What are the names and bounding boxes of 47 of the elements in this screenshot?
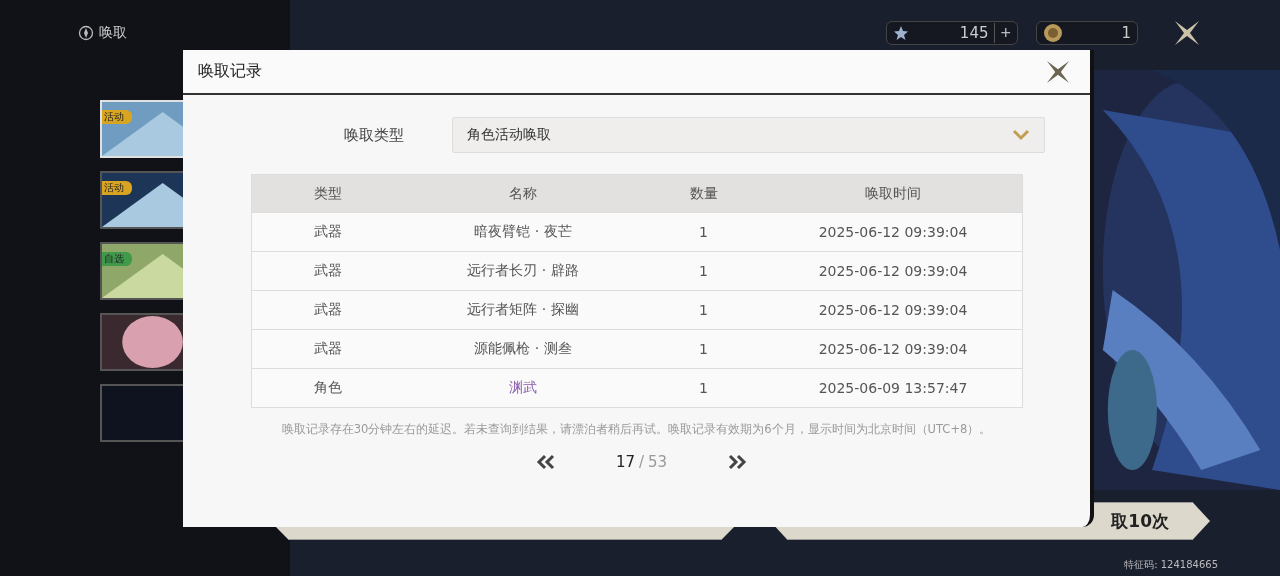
type-label: 唤取类型: [343, 125, 405, 145]
type-dropdown[interactable]: 角色活动唤取: [452, 117, 1045, 153]
close-icon[interactable]: [1174, 20, 1200, 46]
table-cell: 2025-06-12 09:39:04: [764, 251, 1022, 291]
currency-amount: 145: [958, 24, 989, 42]
last-page-icon[interactable]: [727, 454, 748, 470]
table-cell: 源能佩枪 · 测叁: [403, 329, 643, 369]
table-cell: 1: [642, 212, 765, 252]
table-cell: 暗夜臂铠 · 夜芒: [403, 212, 643, 252]
table-cell: 1: [642, 329, 765, 369]
dialog-title: 唤取记录: [198, 61, 262, 82]
total-pages: 53: [648, 453, 668, 471]
currency-amount: 1: [1120, 24, 1131, 42]
table-cell: 2025-06-12 09:39:04: [764, 329, 1022, 369]
chevron-down-icon: [1012, 129, 1030, 141]
star-icon: [893, 25, 909, 41]
table-cell: 远行者矩阵 · 探幽: [403, 290, 643, 330]
table-cell: 武器: [251, 329, 404, 369]
table-cell: 武器: [251, 212, 404, 252]
table-cell: 角色: [251, 368, 404, 408]
page-separator: /: [638, 453, 645, 471]
table-cell: 1: [642, 368, 765, 408]
compass-icon: [78, 25, 94, 41]
coin-icon: [1043, 23, 1063, 43]
screen-title: 唤取: [99, 24, 127, 42]
column-header: 唤取时间: [764, 174, 1022, 213]
table-cell: 2025-06-09 13:57:47: [764, 368, 1022, 408]
table-cell: 武器: [251, 251, 404, 291]
close-icon[interactable]: [1046, 59, 1070, 84]
column-header: 数量: [642, 174, 765, 213]
column-header: 名称: [403, 174, 643, 213]
table-cell: 渊武: [403, 368, 643, 408]
feature-code: 特征码: 124184665: [1124, 558, 1218, 572]
note-text: 唤取记录存在30分钟左右的延迟。若未查询到结果，请漂泊者稍后再试。唤取记录有效期为6个月，显示时间为北京时间（UTC+8）。: [281, 422, 992, 437]
add-button[interactable]: +: [994, 23, 1011, 43]
table-cell: 1: [642, 251, 765, 291]
banner-tag: 活动: [102, 181, 132, 195]
table-cell: 2025-06-12 09:39:04: [764, 290, 1022, 330]
banner-tag: 活动: [102, 110, 132, 124]
table-cell: 2025-06-12 09:39:04: [764, 212, 1022, 252]
table-cell: 远行者长刃 · 辟路: [403, 251, 643, 291]
current-page: 17: [615, 453, 635, 471]
table-cell: 武器: [251, 290, 404, 330]
table-cell: 1: [642, 290, 765, 330]
first-page-icon[interactable]: [535, 454, 556, 470]
column-header: 类型: [251, 174, 404, 213]
banner-tag: 自选: [102, 252, 132, 266]
